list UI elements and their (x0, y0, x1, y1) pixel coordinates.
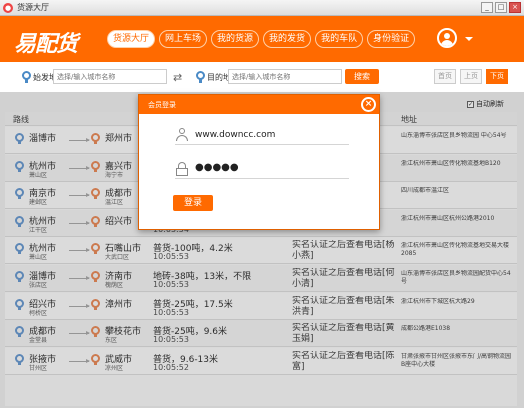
password-value[interactable]: ●●●●● (195, 162, 239, 173)
chevron-down-icon[interactable] (465, 37, 473, 41)
next-page-button[interactable]: 下页 (486, 69, 508, 84)
login-dialog-title: 会员登录 (148, 101, 176, 109)
window-controls: _ □ × (481, 2, 521, 13)
location-pin-icon (196, 71, 206, 83)
nav-tab-my-fleet[interactable]: 我的车队 (315, 30, 364, 48)
window-title: 货源大厅 (17, 3, 49, 12)
password-field[interactable]: ●●●●● (175, 161, 349, 179)
nav-tab-online-trucks[interactable]: 网上车场 (159, 30, 208, 48)
login-dialog-header: 会员登录 × (139, 95, 379, 114)
close-window-button[interactable]: × (509, 2, 521, 13)
app-icon: ● (3, 2, 13, 13)
login-dialog: 会员登录 × www.downcc.com ●●●●● 登录 (138, 94, 380, 230)
search-bar: 始发地 ⇄ 目的地 搜索 首页 上页 下页 (0, 62, 524, 92)
main-nav: 货源大厅 网上车场 我的货源 我的发货 我的车队 身份验证 (107, 30, 416, 48)
window-titlebar: ● 货源大厅 _ □ × (0, 0, 524, 16)
user-avatar-icon[interactable] (437, 28, 457, 48)
maximize-button[interactable]: □ (495, 2, 507, 13)
swap-icon[interactable]: ⇄ (173, 71, 182, 84)
to-city-input[interactable] (228, 69, 342, 84)
nav-tab-my-shipments[interactable]: 我的发货 (263, 30, 312, 48)
location-pin-icon (22, 71, 32, 83)
username-value[interactable]: www.downcc.com (195, 130, 275, 140)
lock-icon (175, 162, 189, 176)
brand-logo[interactable]: 易配货 (14, 26, 78, 58)
login-button[interactable]: 登录 (173, 195, 213, 211)
search-button[interactable]: 搜索 (345, 69, 379, 84)
nav-tab-my-cargo[interactable]: 我的货源 (211, 30, 260, 48)
username-field[interactable]: www.downcc.com (175, 127, 349, 145)
top-navigation-bar: 易配货 货源大厅 网上车场 我的货源 我的发货 我的车队 身份验证 (0, 16, 524, 62)
user-icon (175, 128, 189, 142)
from-city-input[interactable] (53, 69, 167, 84)
nav-tab-cargo-hall[interactable]: 货源大厅 (107, 30, 156, 48)
prev-page-button[interactable]: 上页 (460, 69, 482, 84)
first-page-button[interactable]: 首页 (434, 69, 456, 84)
close-icon[interactable]: × (361, 97, 376, 112)
minimize-button[interactable]: _ (481, 2, 493, 13)
nav-tab-identity-verify[interactable]: 身份验证 (367, 30, 416, 48)
